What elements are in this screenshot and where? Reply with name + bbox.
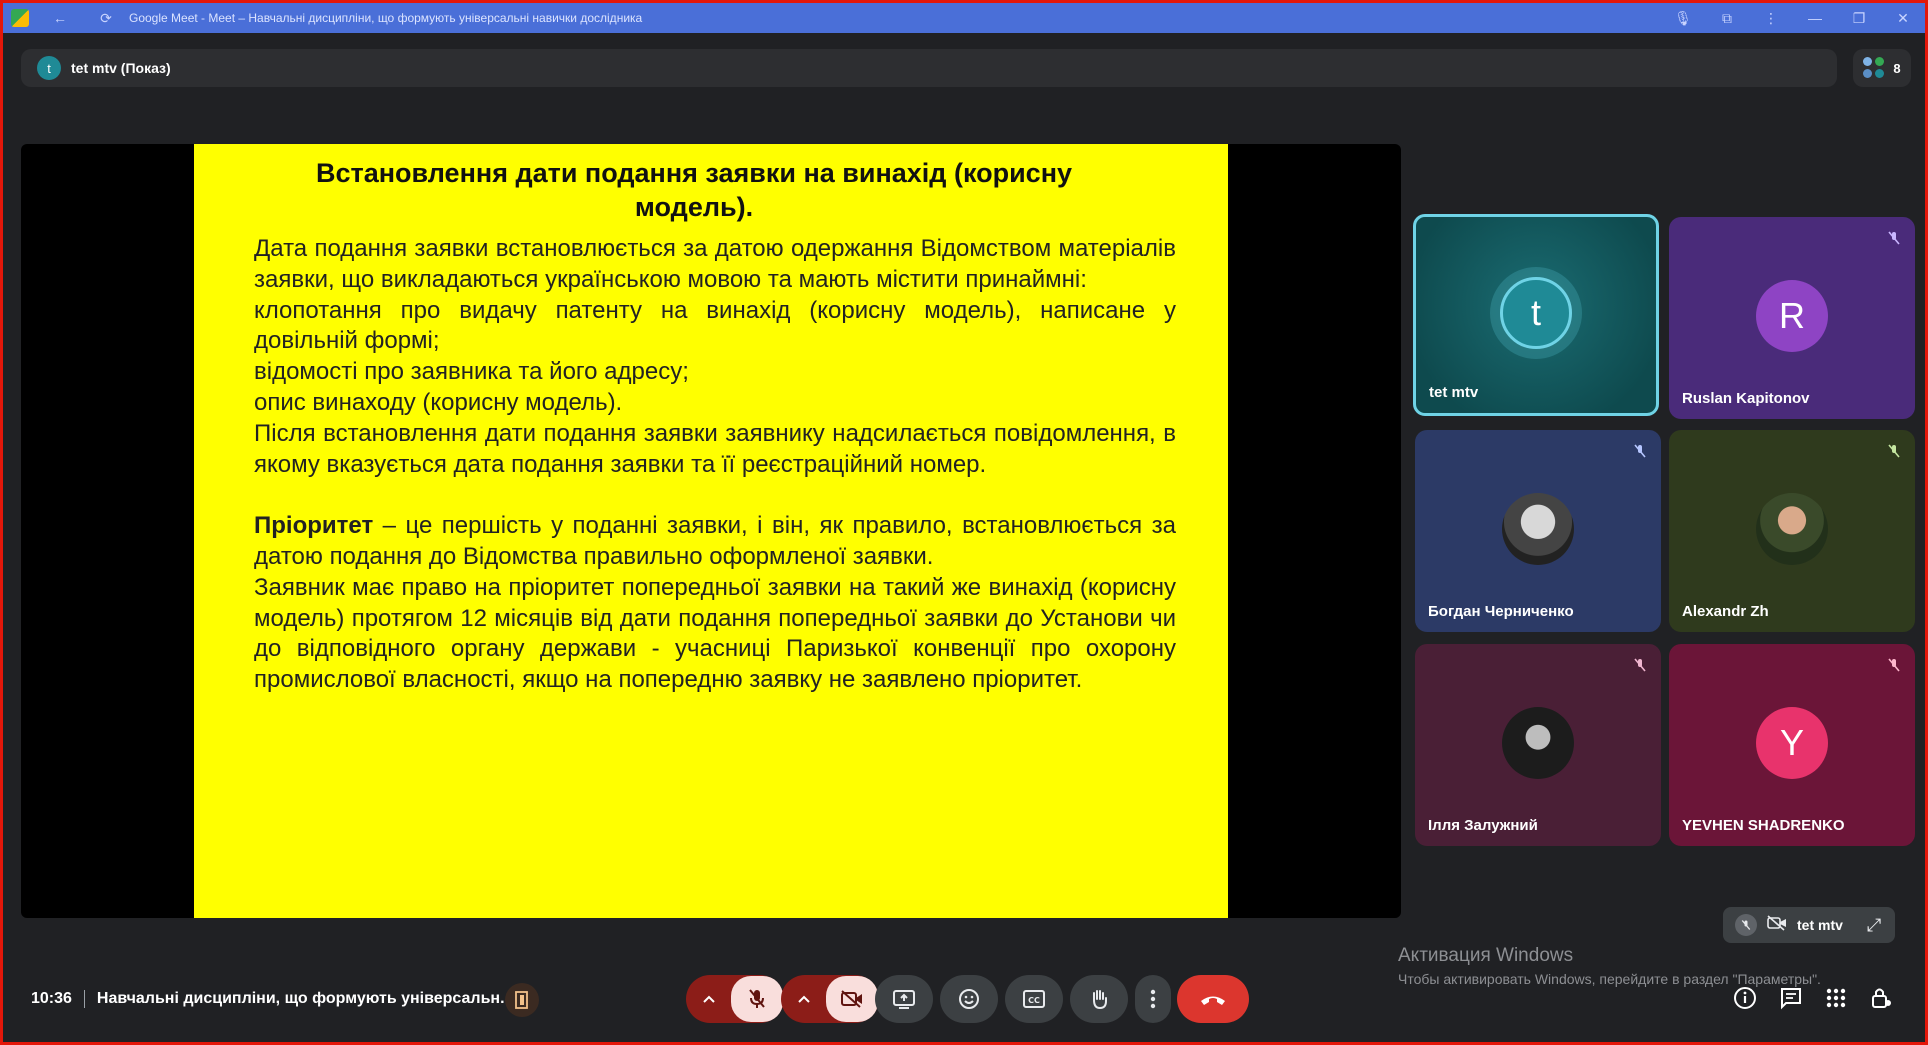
clock: 10:36 [31, 990, 72, 1007]
emoji-icon [959, 989, 979, 1009]
slide: Встановлення дати подання заявки на вина… [194, 144, 1228, 918]
chat-icon [1781, 987, 1801, 1009]
expand-icon[interactable]: ⤢ [1867, 915, 1881, 936]
participant-avatar: Y [1756, 707, 1828, 779]
reactions-button[interactable] [940, 975, 998, 1023]
camera-off-icon [840, 990, 862, 1008]
camera-off-icon[interactable] [1767, 914, 1787, 936]
self-view-pill[interactable]: tet mtv ⤢ [1723, 907, 1895, 943]
people-button[interactable]: 8 [1853, 49, 1911, 87]
meeting-info: 10:36 Навчальні дисципліни, що формують … [31, 987, 513, 1011]
slide-paragraph: відомості про заявника та його адресу; [254, 358, 689, 386]
slide-paragraph: Після встановлення дати подання заявки з… [254, 419, 1176, 478]
more-options-button[interactable] [1135, 975, 1171, 1023]
info-icon [1734, 986, 1756, 1009]
leave-call-button[interactable] [1177, 975, 1249, 1023]
camera-toggle-button[interactable] [825, 976, 878, 1022]
more-vert-icon [1150, 989, 1156, 1009]
participant-name: Богдан Черниченко [1428, 603, 1574, 620]
presenter-bar: t tet mtv (Показ) [21, 49, 1837, 87]
participant-name: Ruslan Kapitonov [1682, 390, 1810, 407]
watermark-line-1: Активация Windows [1398, 945, 1574, 966]
side-panel-controls [1733, 986, 1893, 1015]
slide-paragraph: клопотання про видачу патенту на винахід… [254, 296, 1176, 355]
activities-button[interactable] [1825, 987, 1847, 1014]
microphone-icon[interactable]: 🎙 [1661, 10, 1705, 27]
participant-tile[interactable]: Богдан Черниченко [1415, 430, 1661, 632]
windows-activation-watermark: Активация Windows Чтобы активировать Win… [1398, 945, 1821, 987]
close-icon[interactable]: ✕ [1881, 10, 1925, 27]
presenter-avatar: t [37, 56, 61, 80]
hang-up-icon [1201, 996, 1225, 1005]
svg-text:CC: CC [1028, 996, 1040, 1005]
host-controls-lock-button[interactable] [1869, 986, 1893, 1015]
raise-hand-button[interactable] [1070, 975, 1128, 1023]
mic-options-chevron-icon[interactable] [687, 975, 731, 1023]
slide-paragraph: Заявник має право на пріоритет попереднь… [254, 573, 1176, 694]
captions-button[interactable]: CC [1005, 975, 1063, 1023]
priority-definition: – це першість у поданні заявки, і він, я… [254, 512, 1176, 570]
mic-off-icon [1883, 440, 1905, 462]
meeting-details-button[interactable] [1733, 986, 1757, 1015]
participant-tile[interactable]: Y YEVHEN SHADRENKO [1669, 644, 1915, 846]
mic-control-group [686, 975, 784, 1023]
participant-avatar: R [1756, 280, 1828, 352]
participant-tile[interactable]: R Ruslan Kapitonov [1669, 217, 1915, 419]
mic-off-icon [1629, 654, 1651, 676]
hand-icon [1093, 990, 1107, 1010]
people-icon [1863, 57, 1885, 79]
mic-off-icon [748, 989, 765, 1008]
participant-tile[interactable]: Alexandr Zh [1669, 430, 1915, 632]
host-controls-button[interactable] [505, 983, 539, 1017]
more-options-icon[interactable]: ⋮ [1749, 10, 1793, 27]
slide-body: Дата подання заявки встановлюється за да… [254, 234, 1176, 696]
people-count: 8 [1893, 60, 1901, 76]
participant-photo [1502, 707, 1574, 779]
self-view-name: tet mtv [1797, 917, 1843, 933]
slide-paragraph: Дата подання заявки встановлюється за да… [254, 235, 1176, 293]
extension-icon[interactable]: ⧉ [1705, 10, 1749, 27]
reload-icon[interactable]: ⟳ [91, 10, 121, 27]
meet-logo-icon [11, 9, 29, 27]
mic-toggle-button[interactable] [730, 976, 783, 1022]
slide-priority-paragraph: Пріоритет – це першість у поданні заявки… [254, 511, 1176, 573]
restore-icon[interactable]: ❐ [1837, 10, 1881, 27]
participant-name: Ілля Залужний [1428, 817, 1538, 834]
participant-name: Alexandr Zh [1682, 603, 1769, 620]
captions-icon: CC [1023, 990, 1045, 1008]
participant-name: tet mtv [1429, 384, 1479, 401]
minimize-icon[interactable]: — [1793, 10, 1837, 26]
chat-button[interactable] [1779, 986, 1803, 1015]
participant-tile[interactable]: t tet mtv [1413, 214, 1659, 416]
slide-paragraph: опис винаходу (корисну модель). [254, 388, 623, 416]
participant-photo [1502, 493, 1574, 565]
lock-person-icon [1872, 988, 1891, 1008]
mic-off-icon [1629, 440, 1651, 462]
apps-grid-icon [1826, 988, 1846, 1007]
mic-off-icon[interactable] [1735, 914, 1757, 936]
camera-options-chevron-icon[interactable] [782, 975, 826, 1023]
window-title: Google Meet - Meet – Навчальні дисциплін… [129, 11, 643, 25]
presenter-label: tet mtv (Показ) [71, 60, 171, 76]
present-screen-button[interactable] [875, 975, 933, 1023]
presentation-stage: Встановлення дати подання заявки на вина… [21, 144, 1401, 918]
participant-name: YEVHEN SHADRENKO [1682, 817, 1845, 834]
participant-avatar: t [1500, 277, 1572, 349]
participant-tile[interactable]: Ілля Залужний [1415, 644, 1661, 846]
priority-term: Пріоритет [254, 512, 374, 540]
meeting-title: Навчальні дисципліни, що формують універ… [96, 990, 514, 1007]
slide-title: Встановлення дати подання заявки на вина… [315, 158, 1073, 222]
door-icon [515, 991, 528, 1009]
back-arrow-icon[interactable]: ← [45, 10, 75, 26]
camera-control-group [781, 975, 879, 1023]
present-screen-icon [893, 990, 915, 1009]
watermark-line-2: Чтобы активировать Windows, перейдите в … [1398, 971, 1821, 987]
mic-off-icon [1883, 227, 1905, 249]
participant-photo [1756, 493, 1828, 565]
mic-off-icon [1883, 654, 1905, 676]
browser-title-bar: ← ⟳ Google Meet - Meet – Навчальні дисци… [3, 3, 1925, 33]
